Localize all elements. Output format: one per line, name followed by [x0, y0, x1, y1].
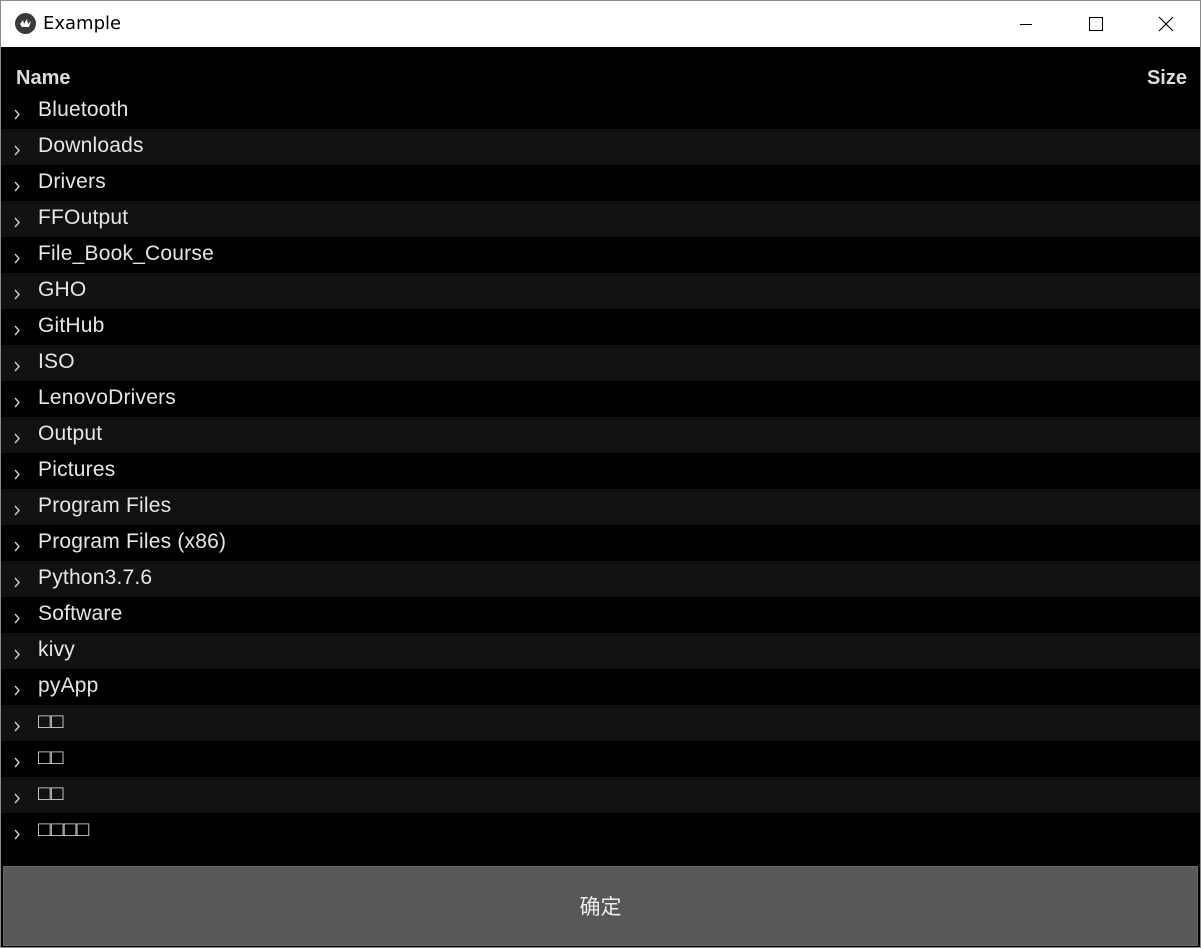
list-item-label: LenovoDrivers [38, 386, 176, 409]
window-title: Example [43, 13, 122, 34]
list-item[interactable]: Output [1, 417, 1200, 453]
list-item-label: □□ [38, 782, 64, 805]
chevron-right-icon[interactable] [11, 251, 23, 265]
list-item-label: Pictures [38, 458, 116, 481]
list-item-label: Software [38, 602, 123, 625]
maximize-button[interactable] [1061, 1, 1131, 47]
chevron-right-icon[interactable] [11, 539, 23, 553]
chevron-right-icon[interactable] [11, 287, 23, 301]
minimize-icon [1020, 24, 1032, 25]
list-item-label: GHO [38, 278, 87, 301]
chevron-right-icon[interactable] [11, 179, 23, 193]
list-item-label: GitHub [38, 314, 105, 337]
chevron-right-icon[interactable] [11, 107, 23, 121]
file-browser: Name Size Bluetooth Downloads Drivers FFOut… [1, 47, 1200, 865]
chevron-right-icon[interactable] [11, 575, 23, 589]
list-item[interactable]: □□ [1, 741, 1200, 777]
chevron-right-icon[interactable] [11, 215, 23, 229]
list-item[interactable]: Downloads [1, 129, 1200, 165]
file-list: Bluetooth Downloads Drivers FFOutput File_Bo… [1, 93, 1200, 849]
list-item[interactable]: ISO [1, 345, 1200, 381]
chevron-right-icon[interactable] [11, 791, 23, 805]
list-item-label: Python3.7.6 [38, 566, 153, 589]
list-item-label: Program Files [38, 494, 172, 517]
list-item[interactable]: LenovoDrivers [1, 381, 1200, 417]
close-button[interactable] [1131, 1, 1200, 47]
list-item-label: Program Files (x86) [38, 530, 227, 553]
app-window: Example Name Size Bluetooth Downloads Driv… [0, 0, 1201, 948]
chevron-right-icon[interactable] [11, 143, 23, 157]
confirm-button[interactable]: 确定 [3, 866, 1198, 946]
list-item[interactable]: Program Files (x86) [1, 525, 1200, 561]
list-item[interactable]: Drivers [1, 165, 1200, 201]
list-item-label: File_Book_Course [38, 242, 214, 265]
list-item[interactable]: File_Book_Course [1, 237, 1200, 273]
list-item-label: □□ [38, 746, 64, 769]
list-item[interactable]: □□ [1, 705, 1200, 741]
list-item[interactable]: GitHub [1, 309, 1200, 345]
list-item-label: pyApp [38, 674, 99, 697]
list-item-label: FFOutput [38, 206, 129, 229]
title-bar[interactable]: Example [1, 1, 1200, 47]
chevron-right-icon[interactable] [11, 611, 23, 625]
list-item[interactable]: □□ [1, 777, 1200, 813]
list-item[interactable]: Program Files [1, 489, 1200, 525]
close-icon [1158, 16, 1174, 32]
list-item[interactable]: FFOutput [1, 201, 1200, 237]
chevron-right-icon[interactable] [11, 719, 23, 733]
list-item-label: Output [38, 422, 103, 445]
chevron-right-icon[interactable] [11, 683, 23, 697]
chevron-right-icon[interactable] [11, 467, 23, 481]
list-item-label: □□ [38, 710, 64, 733]
chevron-right-icon[interactable] [11, 647, 23, 661]
chevron-right-icon[interactable] [11, 503, 23, 517]
list-item[interactable]: □□□□ [1, 813, 1200, 849]
list-item[interactable]: pyApp [1, 669, 1200, 705]
list-item-label: ISO [38, 350, 75, 373]
list-item-label: □□□□ [38, 818, 90, 841]
chevron-right-icon[interactable] [11, 755, 23, 769]
list-item-label: Bluetooth [38, 98, 129, 121]
chevron-right-icon[interactable] [11, 359, 23, 373]
list-item-label: kivy [38, 638, 75, 661]
list-item[interactable]: Python3.7.6 [1, 561, 1200, 597]
chevron-right-icon[interactable] [11, 827, 23, 841]
chevron-right-icon[interactable] [11, 323, 23, 337]
column-header-name[interactable]: Name [16, 67, 70, 90]
maximize-icon [1089, 17, 1103, 31]
chevron-right-icon[interactable] [11, 431, 23, 445]
list-item-label: Downloads [38, 134, 144, 157]
list-item[interactable]: GHO [1, 273, 1200, 309]
minimize-button[interactable] [991, 1, 1061, 47]
column-header-size[interactable]: Size [1147, 67, 1187, 90]
list-item-label: Drivers [38, 170, 106, 193]
list-item[interactable]: Bluetooth [1, 93, 1200, 129]
list-item[interactable]: kivy [1, 633, 1200, 669]
kivy-logo-icon [15, 13, 36, 34]
chevron-right-icon[interactable] [11, 395, 23, 409]
list-item[interactable]: Software [1, 597, 1200, 633]
list-item[interactable]: Pictures [1, 453, 1200, 489]
